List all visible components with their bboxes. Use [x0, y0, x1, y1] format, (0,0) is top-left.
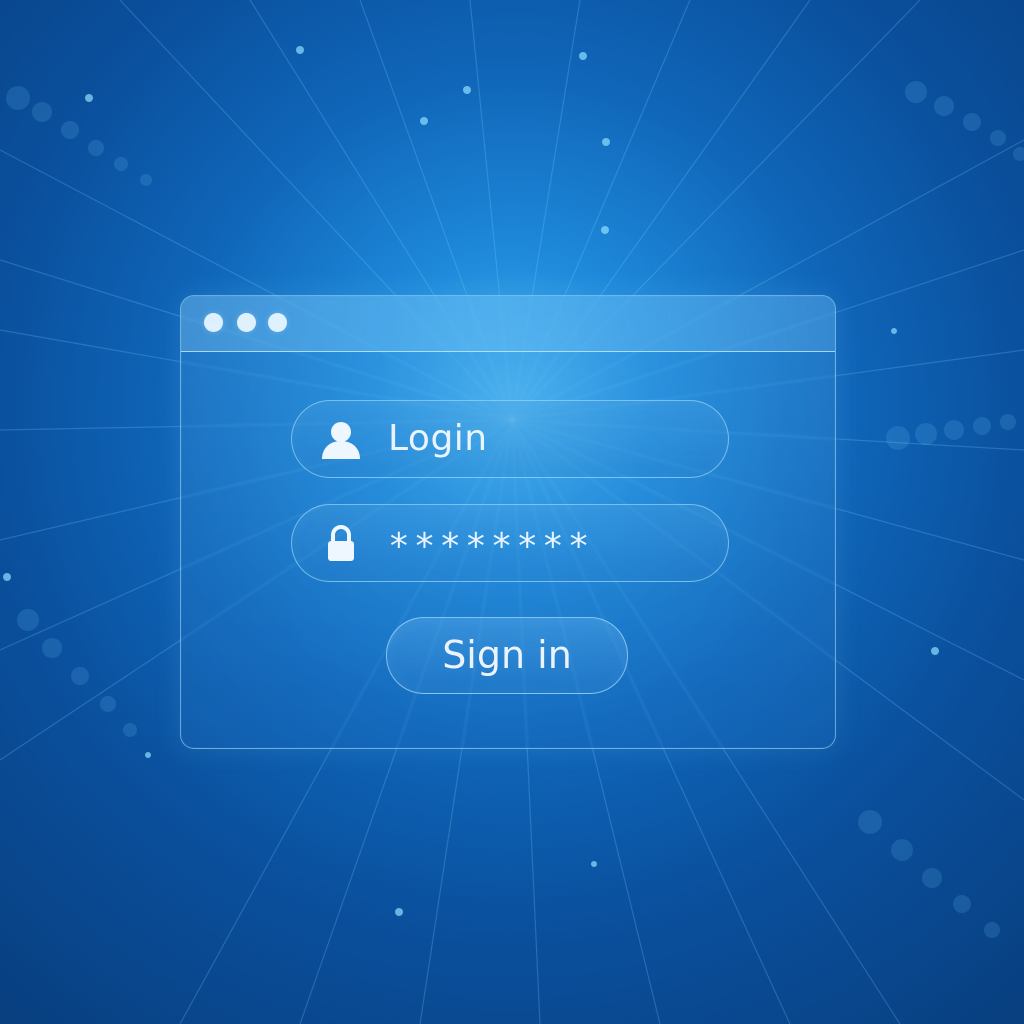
particle-dot: [463, 86, 471, 94]
sign-in-button[interactable]: Sign in: [386, 617, 628, 694]
particle-dot: [891, 328, 897, 334]
background-dot: [953, 895, 971, 913]
login-window: Login ******** Sign in: [180, 295, 836, 749]
particle-dot: [602, 138, 610, 146]
window-dot-icon[interactable]: [237, 313, 256, 332]
background-dot: [944, 420, 964, 440]
particle-dot: [3, 573, 11, 581]
particle-dot: [579, 52, 587, 60]
background-dot: [140, 174, 152, 186]
background-dot: [973, 417, 991, 435]
lock-icon: [328, 525, 354, 561]
username-field-value: Login: [388, 418, 488, 459]
particle-dot: [296, 46, 304, 54]
user-icon-body: [322, 441, 360, 459]
background-dot: [71, 667, 89, 685]
background-dot: [963, 113, 981, 131]
password-field[interactable]: ********: [291, 504, 729, 582]
background-dot: [61, 121, 79, 139]
window-dot-icon[interactable]: [268, 313, 287, 332]
background-dot: [42, 638, 62, 658]
background-dot: [6, 86, 30, 110]
particle-dot: [395, 908, 403, 916]
particle-dot: [931, 647, 939, 655]
window-dot-icon[interactable]: [204, 313, 223, 332]
background-dot: [934, 96, 954, 116]
background-dot: [886, 426, 910, 450]
particle-dot: [420, 117, 428, 125]
background-dot: [1013, 147, 1024, 161]
background-dot: [123, 723, 137, 737]
background-dot: [858, 810, 882, 834]
background-dot: [891, 839, 913, 861]
background-dot: [990, 130, 1006, 146]
user-icon-head: [331, 422, 351, 442]
background-dot: [922, 868, 942, 888]
lock-icon-shackle: [331, 525, 351, 543]
particle-dot: [601, 226, 609, 234]
user-icon: [322, 422, 360, 459]
lock-icon-body: [328, 541, 354, 561]
background-dot: [17, 609, 39, 631]
particle-dot: [591, 861, 597, 867]
background-dot: [88, 140, 104, 156]
window-titlebar: [181, 296, 835, 352]
background-dot: [905, 81, 927, 103]
particle-dot: [145, 752, 151, 758]
background-dot: [114, 157, 128, 171]
background-dot: [1000, 414, 1016, 430]
login-screen: Login ******** Sign in: [0, 0, 1024, 1024]
background-dot: [100, 696, 116, 712]
password-field-value: ********: [388, 526, 594, 567]
background-dot: [915, 423, 937, 445]
background-dot: [32, 102, 52, 122]
background-dot: [984, 922, 1000, 938]
username-field[interactable]: Login: [291, 400, 729, 478]
particle-dot: [85, 94, 93, 102]
